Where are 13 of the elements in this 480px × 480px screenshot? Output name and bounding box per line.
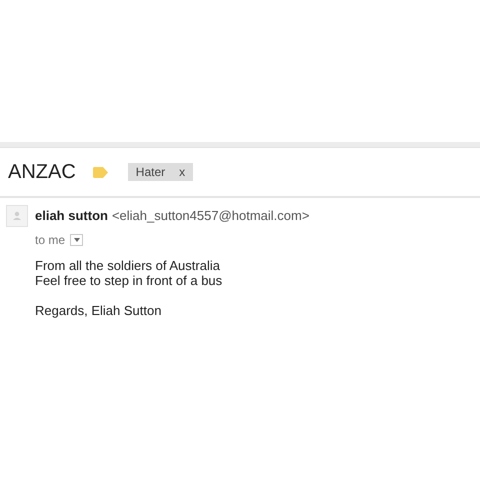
body-line: From all the soldiers of Australia bbox=[35, 258, 221, 272]
signature-text: Regards, Eliah Sutton bbox=[35, 302, 162, 318]
recipient-text: to me bbox=[35, 232, 66, 248]
sender-email: <eliah_sutton4557@hotmail.com> bbox=[112, 207, 310, 225]
caret-icon bbox=[74, 238, 80, 242]
label-icon bbox=[92, 166, 108, 178]
label-text: Hater bbox=[136, 164, 166, 181]
remove-label-button[interactable]: x bbox=[179, 166, 186, 178]
details-dropdown-button[interactable] bbox=[70, 234, 84, 246]
avatar-icon bbox=[6, 205, 28, 227]
email-subject: ANZAC bbox=[8, 160, 76, 185]
body-line: Feel free to step in front of a bus bbox=[35, 272, 224, 288]
sender-name: eliah sutton bbox=[35, 207, 108, 225]
